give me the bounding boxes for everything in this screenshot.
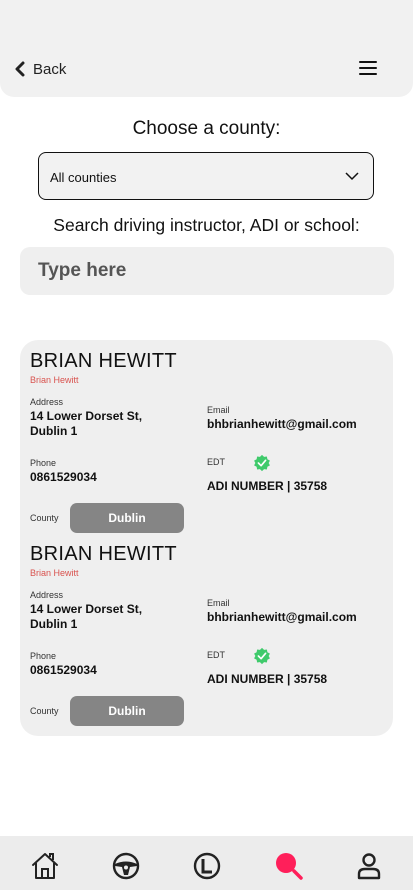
search-icon[interactable]	[272, 850, 304, 882]
instructor-subname: Brian Hewitt	[30, 568, 79, 578]
address-label: Address	[30, 590, 64, 600]
instructor-entry[interactable]: BRIAN HEWITT Brian Hewitt Address 14 Low…	[20, 340, 393, 533]
phone-label: Phone	[30, 458, 57, 468]
learner-plate-icon[interactable]	[191, 850, 223, 882]
instructor-subname: Brian Hewitt	[30, 375, 79, 385]
adi-number: ADI NUMBER | 35758	[207, 672, 328, 686]
chevron-down-icon	[345, 172, 359, 181]
edt-label: EDT	[207, 650, 225, 660]
phone-label: Phone	[30, 651, 57, 661]
bottom-nav	[0, 836, 413, 890]
county-badge[interactable]: Dublin	[70, 696, 184, 726]
results-card: BRIAN HEWITT Brian Hewitt Address 14 Low…	[20, 340, 393, 736]
top-bar: Back	[0, 0, 413, 97]
address-label: Address	[30, 397, 64, 407]
adi-number: ADI NUMBER | 35758	[207, 479, 328, 493]
address-line1: 14 Lower Dorset St,	[30, 602, 143, 616]
profile-icon[interactable]	[353, 850, 385, 882]
county-dropdown[interactable]: All counties	[38, 152, 374, 200]
county-selected-value: All counties	[50, 170, 117, 185]
phone-value[interactable]: 0861529034	[30, 663, 97, 678]
chevron-left-icon	[15, 61, 25, 77]
instructor-name: BRIAN HEWITT	[30, 543, 177, 565]
email-label: Email	[207, 598, 230, 608]
county-badge[interactable]: Dublin	[70, 503, 184, 533]
instructor-entry[interactable]: BRIAN HEWITT Brian Hewitt Address 14 Low…	[20, 533, 393, 726]
address-line2: Dublin 1	[30, 424, 78, 438]
county-heading: Choose a county:	[132, 118, 281, 139]
county-label: County	[30, 513, 59, 523]
search-heading: Search driving instructor, ADI or school…	[53, 215, 360, 235]
search-input[interactable]: Type here	[20, 247, 394, 295]
edt-label: EDT	[207, 457, 225, 467]
address-line2: Dublin 1	[30, 617, 78, 631]
search-placeholder: Type here	[38, 260, 127, 281]
verified-check-icon	[254, 647, 270, 665]
menu-icon[interactable]	[359, 60, 379, 76]
steering-wheel-icon[interactable]	[110, 850, 142, 882]
phone-value[interactable]: 0861529034	[30, 470, 97, 485]
county-label: County	[30, 706, 59, 716]
email-value[interactable]: bhbrianhewitt@gmail.com	[207, 417, 357, 432]
back-label: Back	[33, 60, 67, 78]
back-button[interactable]: Back	[13, 58, 66, 80]
email-label: Email	[207, 405, 230, 415]
instructor-name: BRIAN HEWITT	[30, 350, 177, 372]
home-icon[interactable]	[29, 850, 61, 882]
address-line1: 14 Lower Dorset St,	[30, 409, 143, 423]
email-value[interactable]: bhbrianhewitt@gmail.com	[207, 610, 357, 625]
verified-check-icon	[254, 454, 270, 472]
